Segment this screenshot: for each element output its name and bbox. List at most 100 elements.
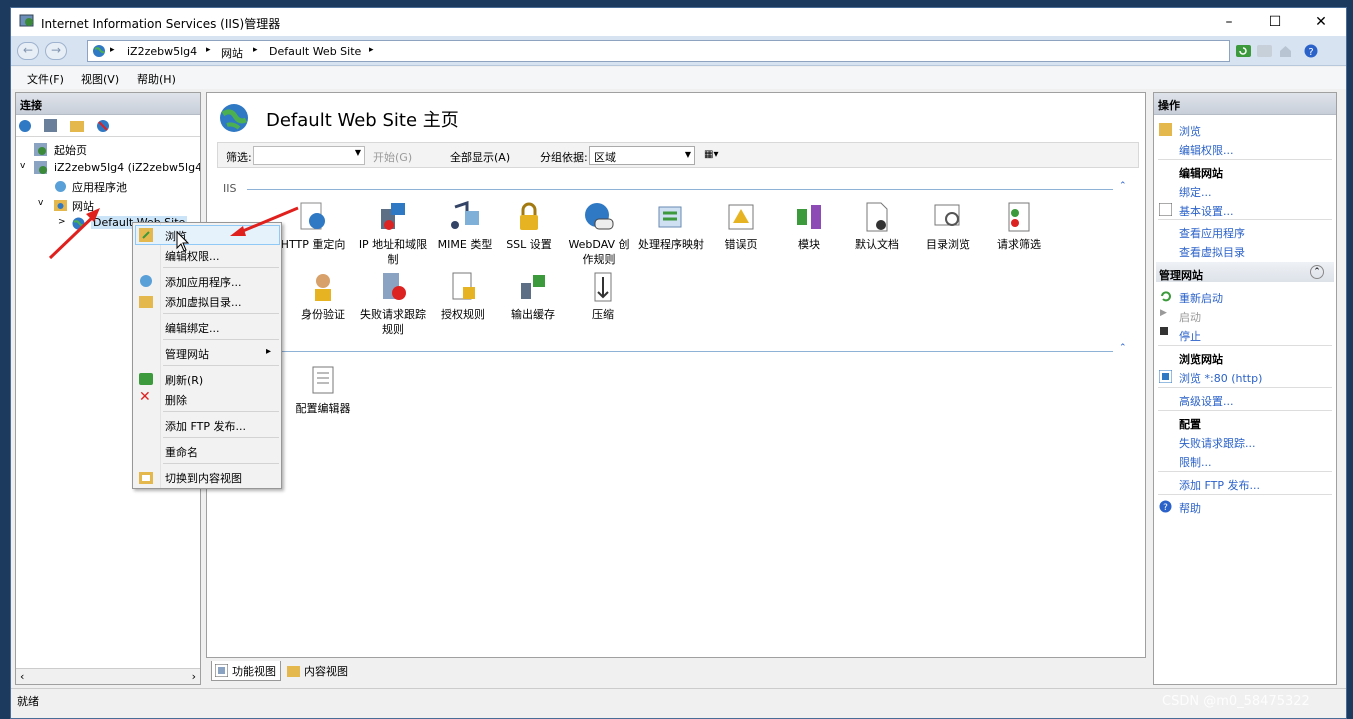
feature-dir-browse[interactable]: 目录浏览 <box>912 201 984 252</box>
disconnect-icon[interactable] <box>96 119 110 133</box>
tile-label: IP 地址和域限制 <box>358 238 428 266</box>
tree-item-sites[interactable]: 网站 <box>72 198 94 214</box>
action-basic-settings[interactable]: 基本设置... <box>1179 203 1234 219</box>
stop-icon[interactable] <box>1257 44 1272 58</box>
feature-ssl[interactable]: SSL 设置 <box>493 201 565 252</box>
crumb-server[interactable]: iZ2zebw5lg4 <box>127 45 197 58</box>
expand-server-icon[interactable]: v <box>20 161 25 171</box>
feature-error-pages[interactable]: 错误页 <box>705 201 777 252</box>
tree-item-start[interactable]: 起始页 <box>54 142 87 158</box>
feature-ip-restrict[interactable]: IP 地址和域限制 <box>357 201 429 267</box>
forward-button[interactable]: → <box>45 42 67 60</box>
home-icon[interactable] <box>1278 44 1293 58</box>
action-browse[interactable]: 浏览 <box>1179 123 1201 139</box>
folder-up-icon[interactable] <box>70 119 84 132</box>
tile-label: 失败请求跟踪规则 <box>360 308 426 336</box>
tile-label: 默认文档 <box>855 238 899 251</box>
section-divider <box>277 351 1113 352</box>
help-icon[interactable]: ? <box>1304 44 1319 58</box>
close-button[interactable]: ✕ <box>1298 8 1344 36</box>
group-dropdown-icon: ▼ <box>684 150 691 159</box>
status-bar: 就绪 <box>11 688 1346 709</box>
breadcrumb[interactable]: ▸ iZ2zebw5lg4 ▸ 网站 ▸ Default Web Site ▸ <box>87 40 1230 62</box>
context-item-edit-permissions[interactable]: 编辑权限... <box>165 248 220 264</box>
action-edit-permissions[interactable]: 编辑权限... <box>1179 142 1234 158</box>
expand-site-icon[interactable]: > <box>58 217 66 227</box>
feature-default-doc[interactable]: 默认文档 <box>841 201 913 252</box>
feature-compression[interactable]: 压缩 <box>567 271 639 322</box>
filter-label: 筛选: <box>226 151 252 164</box>
collapse-management-icon[interactable]: ⌃ <box>1119 343 1127 353</box>
tree-item-apppools[interactable]: 应用程序池 <box>72 179 127 195</box>
action-view-vdirs[interactable]: 查看虚拟目录 <box>1179 244 1245 260</box>
action-restart[interactable]: 重新启动 <box>1179 290 1223 306</box>
action-add-ftp[interactable]: 添加 FTP 发布... <box>1179 477 1260 493</box>
feature-failed-trace[interactable]: 失败请求跟踪规则 <box>357 271 429 337</box>
context-item-add-app[interactable]: 添加应用程序... <box>165 274 242 290</box>
start-page-icon <box>34 143 47 156</box>
filter-input[interactable]: ▼ <box>253 146 365 165</box>
error-page-icon <box>725 201 757 233</box>
filter-start-button[interactable]: 开始(G) <box>373 149 412 165</box>
context-item-add-ftp[interactable]: 添加 FTP 发布... <box>165 418 246 434</box>
context-item-delete[interactable]: 删除 <box>165 392 187 408</box>
action-help[interactable]: 帮助 <box>1179 500 1201 516</box>
action-view-apps[interactable]: 查看应用程序 <box>1179 225 1245 241</box>
feature-http-redirect[interactable]: HTTP 重定向 <box>277 201 349 252</box>
group-by-select[interactable]: 区域 ▼ <box>589 146 695 165</box>
collapse-iis-icon[interactable]: ⌃ <box>1119 181 1127 191</box>
view-toggle-icon[interactable]: ▦▾ <box>704 149 718 160</box>
context-item-add-vdir[interactable]: 添加虚拟目录... <box>165 294 242 310</box>
features-view-icon <box>215 664 228 677</box>
dir-browse-icon <box>932 201 964 233</box>
action-browse-80[interactable]: 浏览 *:80 (http) <box>1179 370 1262 386</box>
redirect-icon <box>297 201 329 233</box>
crumb-site[interactable]: Default Web Site <box>269 45 361 58</box>
refresh-icon[interactable] <box>1236 44 1251 58</box>
expand-sites-icon[interactable]: v <box>38 198 43 208</box>
feature-authentication[interactable]: 身份验证 <box>287 271 359 322</box>
action-limits[interactable]: 限制... <box>1179 454 1212 470</box>
site-globe-icon <box>72 217 85 230</box>
action-failed-trace[interactable]: 失败请求跟踪... <box>1179 435 1256 451</box>
show-all-button[interactable]: 全部显示(A) <box>450 149 510 165</box>
feature-config-editor[interactable]: 配置编辑器 <box>287 365 359 416</box>
feature-modules[interactable]: 模块 <box>773 201 845 252</box>
connect-globe-icon[interactable] <box>18 119 32 133</box>
status-text: 就绪 <box>17 695 39 708</box>
filter-dropdown-icon[interactable]: ▼ <box>355 148 361 157</box>
action-start[interactable]: 启动 <box>1179 309 1201 325</box>
tree-item-server[interactable]: iZ2zebw5lg4 (iZ2zebw5lg4\ <box>54 161 200 174</box>
context-item-edit-bindings[interactable]: 编辑绑定... <box>165 320 220 336</box>
divider <box>1158 410 1332 411</box>
action-advanced-settings[interactable]: 高级设置... <box>1179 393 1234 409</box>
crumb-sites[interactable]: 网站 <box>221 45 243 61</box>
menu-file[interactable]: 文件(F) <box>27 71 64 87</box>
maximize-button[interactable]: ☐ <box>1252 8 1298 36</box>
feature-handler[interactable]: 处理程序映射 <box>635 201 707 252</box>
context-item-content-view[interactable]: 切换到内容视图 <box>165 470 242 486</box>
feature-output-cache[interactable]: 输出缓存 <box>497 271 569 322</box>
collapse-icon[interactable]: ⌃ <box>1310 265 1324 279</box>
minimize-button[interactable]: – <box>1206 8 1252 36</box>
feature-request-filter[interactable]: 请求筛选 <box>983 201 1055 252</box>
horizontal-scrollbar[interactable]: ‹ › <box>16 668 200 684</box>
save-icon[interactable] <box>44 119 57 132</box>
scroll-right-icon[interactable]: › <box>192 670 196 683</box>
menu-view[interactable]: 视图(V) <box>81 71 119 87</box>
compress-icon <box>587 271 619 303</box>
context-item-refresh[interactable]: 刷新(R) <box>165 372 203 388</box>
tile-label: 身份验证 <box>301 308 345 321</box>
context-item-rename[interactable]: 重命名 <box>165 444 198 460</box>
feature-webdav[interactable]: WebDAV 创作规则 <box>563 201 635 267</box>
action-stop[interactable]: 停止 <box>1179 328 1201 344</box>
feature-mime[interactable]: MIME 类型 <box>429 200 501 252</box>
action-bindings[interactable]: 绑定... <box>1179 184 1212 200</box>
feature-authz[interactable]: 授权规则 <box>427 271 499 322</box>
scroll-left-icon[interactable]: ‹ <box>20 670 24 683</box>
context-item-browse[interactable]: 浏览 <box>165 228 187 244</box>
context-item-manage-site[interactable]: 管理网站 <box>165 346 209 362</box>
menu-help[interactable]: 帮助(H) <box>137 71 176 87</box>
back-button[interactable]: ← <box>17 42 39 60</box>
tile-label: MIME 类型 <box>437 238 493 251</box>
